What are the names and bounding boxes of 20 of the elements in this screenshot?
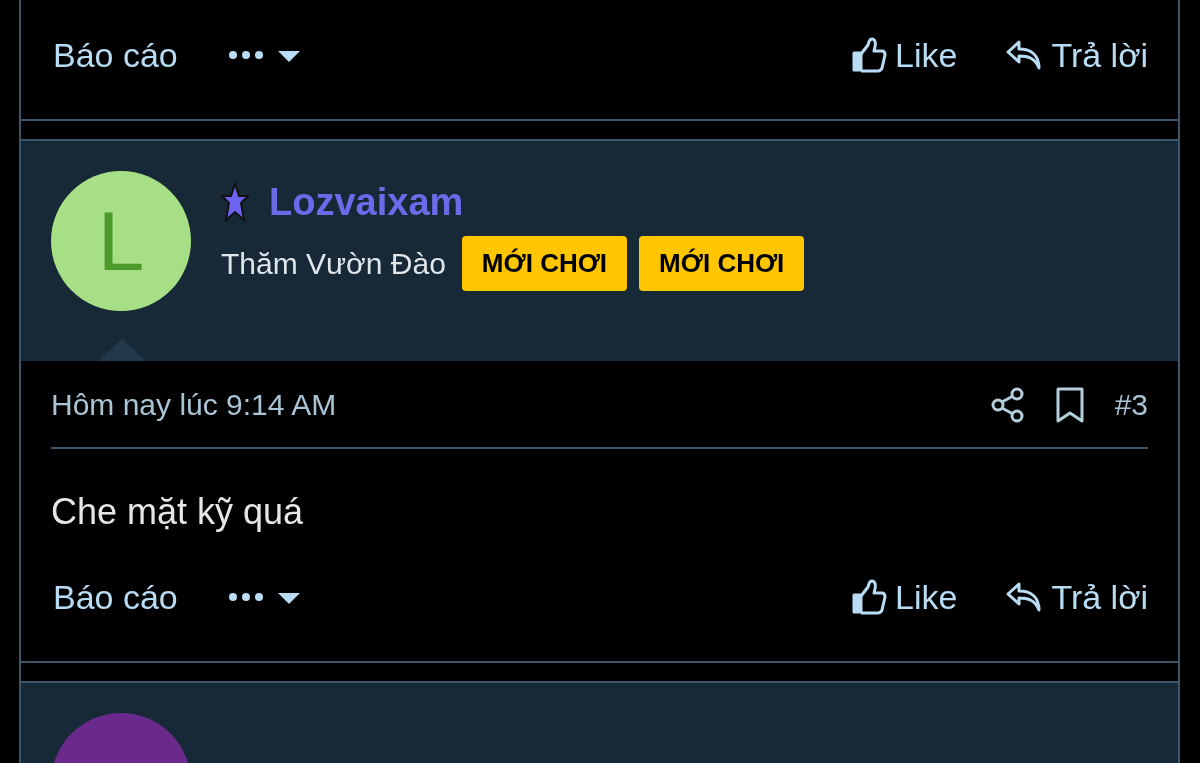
report-link[interactable]: Báo cáo bbox=[53, 577, 178, 617]
post-time[interactable]: Hôm nay lúc 9:14 AM bbox=[51, 388, 991, 422]
username[interactable]: Lozvaixam bbox=[269, 181, 464, 224]
star-icon bbox=[221, 181, 249, 224]
user-title: Thăm Vườn Đào bbox=[221, 246, 446, 281]
rank-badge: MỚI CHƠI bbox=[639, 236, 805, 291]
reply-button[interactable]: Trả lời bbox=[1005, 35, 1148, 75]
post-text: Che mặt kỹ quá bbox=[51, 490, 305, 533]
bookmark-icon bbox=[1054, 387, 1085, 423]
reply-button[interactable]: Trả lời bbox=[1005, 577, 1148, 617]
share-icon bbox=[990, 387, 1025, 423]
rank-badge: MỚI CHƠI bbox=[461, 236, 628, 291]
post-number[interactable]: #3 bbox=[1114, 388, 1148, 422]
thumbs-up-icon bbox=[851, 37, 888, 73]
avatar: L bbox=[51, 171, 191, 311]
like-button[interactable]: Like bbox=[851, 577, 958, 617]
pointer-arrow bbox=[98, 339, 146, 361]
report-link[interactable]: Báo cáo bbox=[53, 35, 178, 75]
like-button[interactable]: Like bbox=[851, 35, 958, 75]
thumbs-up-icon bbox=[851, 579, 888, 615]
